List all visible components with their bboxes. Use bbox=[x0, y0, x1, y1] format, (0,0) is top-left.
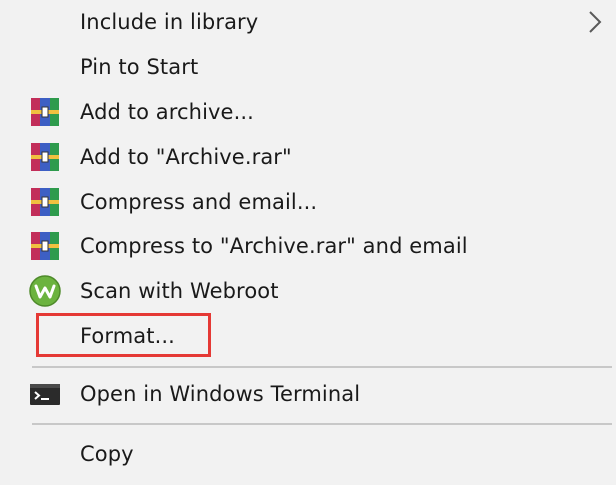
context-menu: Include in library Pin to Start Add to a… bbox=[10, 0, 616, 485]
screenshot-root: Include in library Pin to Start Add to a… bbox=[0, 0, 616, 485]
menu-item-label: Format... bbox=[80, 324, 175, 348]
menu-item-scan-with-webroot[interactable]: Scan with Webroot bbox=[10, 269, 616, 313]
terminal-icon bbox=[30, 384, 60, 405]
menu-separator bbox=[32, 366, 612, 368]
menu-item-copy[interactable]: Copy bbox=[10, 432, 616, 476]
menu-item-label: Add to archive... bbox=[80, 100, 254, 124]
winrar-icon bbox=[31, 98, 59, 126]
menu-item-format[interactable]: Format... bbox=[10, 314, 616, 358]
winrar-icon bbox=[31, 143, 59, 171]
menu-separator bbox=[32, 423, 612, 425]
winrar-icon bbox=[31, 188, 59, 216]
menu-item-label: Open in Windows Terminal bbox=[80, 382, 361, 406]
menu-item-add-to-archive[interactable]: Add to archive... bbox=[10, 90, 616, 134]
winrar-icon bbox=[31, 232, 59, 260]
webroot-icon bbox=[29, 275, 61, 307]
menu-item-label: Pin to Start bbox=[80, 55, 199, 79]
menu-edge bbox=[0, 0, 10, 485]
menu-item-label: Scan with Webroot bbox=[80, 279, 279, 303]
menu-item-pin-to-start[interactable]: Pin to Start bbox=[10, 45, 616, 89]
menu-item-label: Compress and email... bbox=[80, 190, 318, 214]
menu-item-label: Compress to "Archive.rar" and email bbox=[80, 234, 468, 258]
menu-item-include-in-library[interactable]: Include in library bbox=[10, 0, 616, 44]
menu-item-open-in-windows-terminal[interactable]: Open in Windows Terminal bbox=[10, 372, 616, 416]
menu-item-compress-to-archive-rar-and-email[interactable]: Compress to "Archive.rar" and email bbox=[10, 224, 616, 268]
chevron-right-icon bbox=[589, 11, 602, 33]
menu-item-label: Include in library bbox=[80, 10, 259, 34]
menu-item-label: Add to "Archive.rar" bbox=[80, 145, 292, 169]
menu-item-add-to-archive-rar[interactable]: Add to "Archive.rar" bbox=[10, 135, 616, 179]
menu-item-compress-and-email[interactable]: Compress and email... bbox=[10, 180, 616, 224]
menu-item-label: Copy bbox=[80, 442, 134, 466]
